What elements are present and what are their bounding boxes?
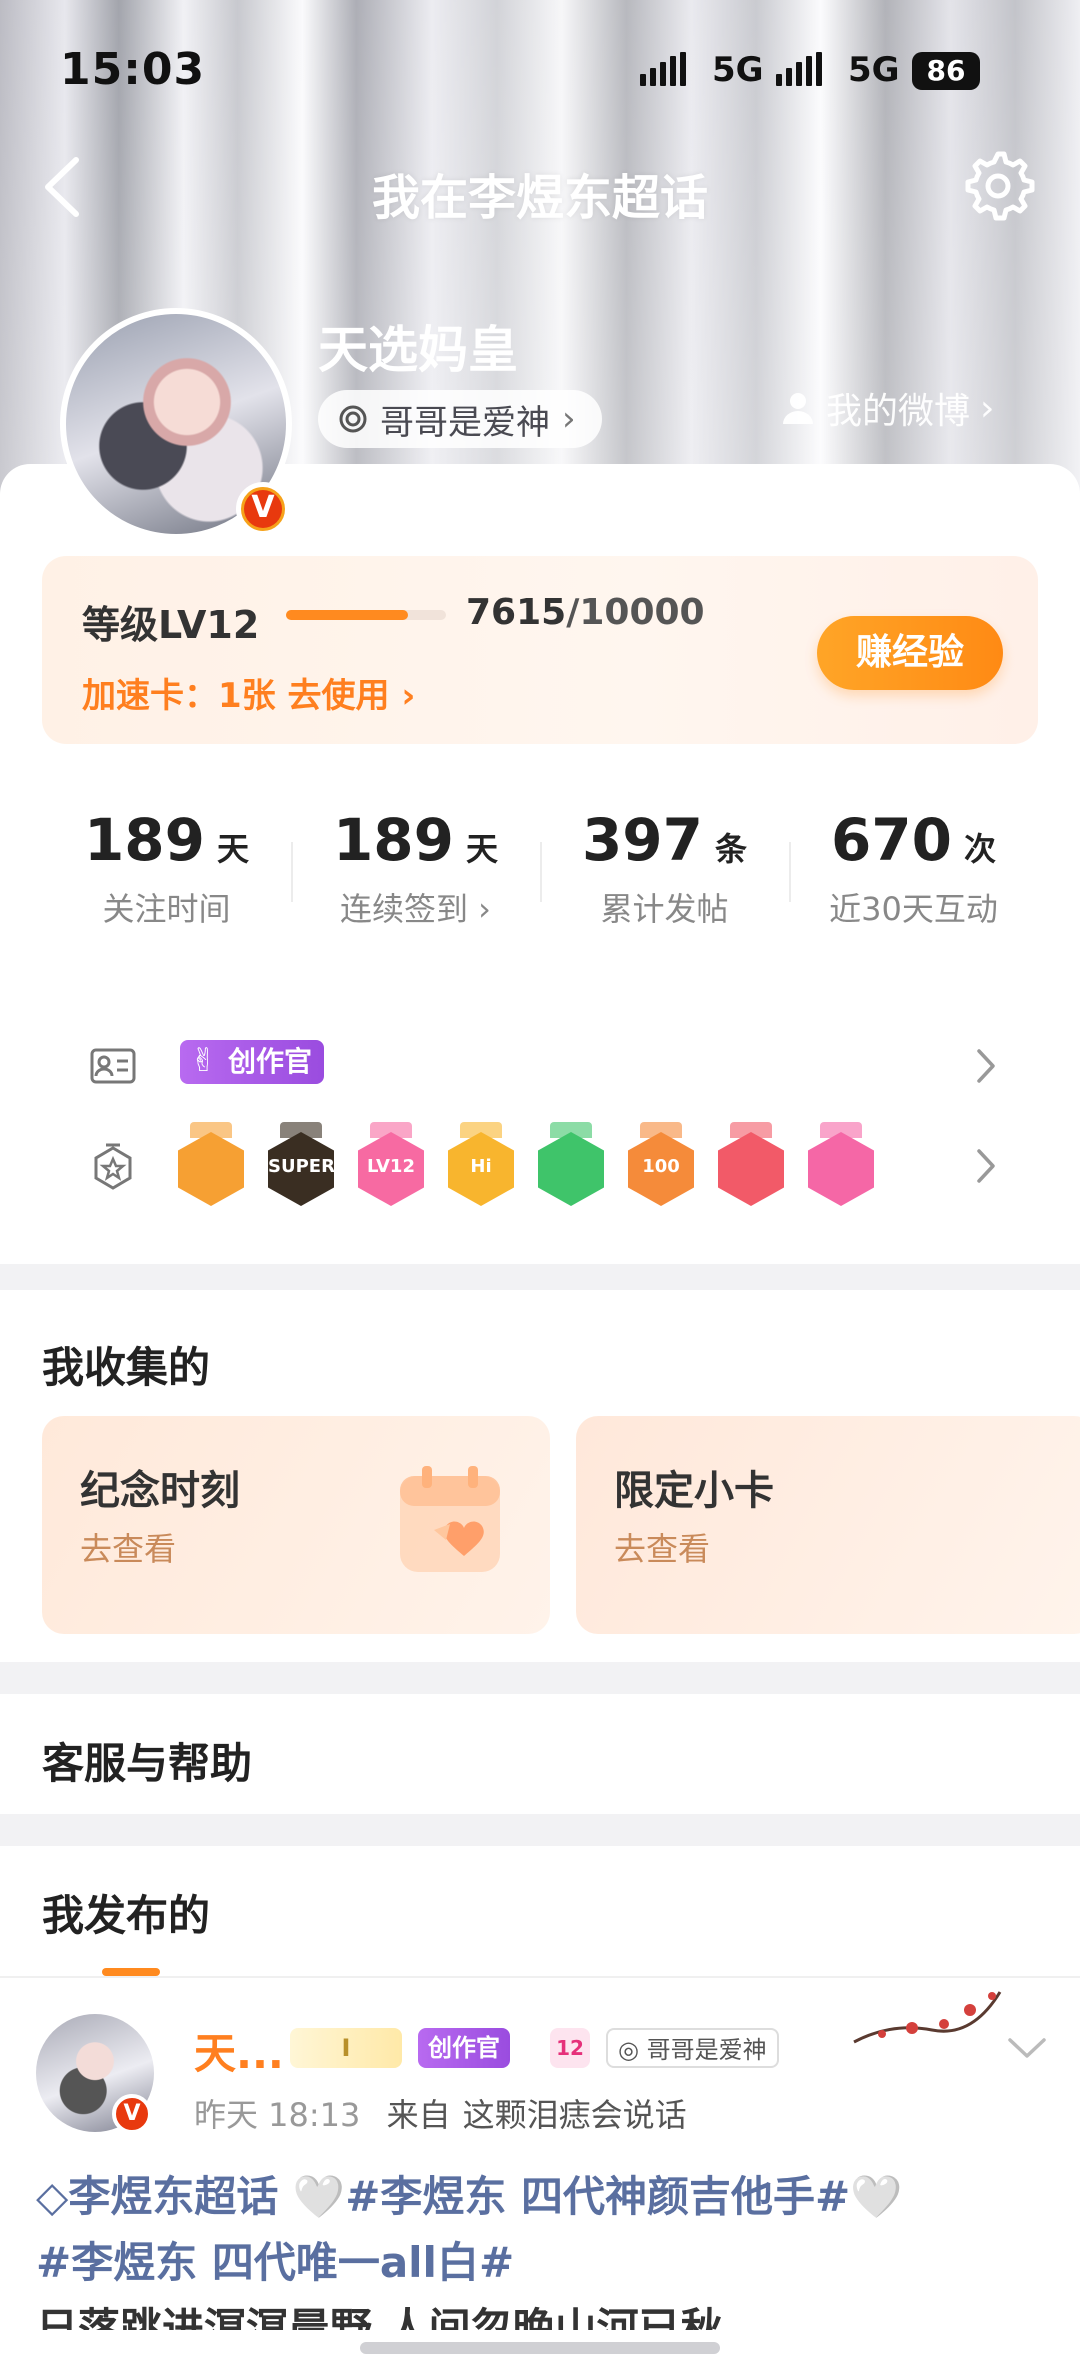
100-days-medal: 100	[628, 1122, 694, 1208]
signal-icon	[640, 52, 686, 86]
level-progress-fill	[286, 610, 408, 620]
medal-list[interactable]: SUPER LV12 Hi 100	[178, 1122, 874, 1208]
super-medal: SUPER	[268, 1122, 335, 1208]
spiral-icon	[339, 405, 367, 433]
stat-total-posts: 397 条 累计发帖	[540, 764, 789, 964]
id-card-icon	[90, 1048, 136, 1084]
battery-indicator: 86	[912, 52, 980, 90]
stat-label: 连续签到 ›	[340, 890, 491, 928]
vip-badge-icon: I	[290, 2028, 402, 2068]
limited-title: 限定小卡	[614, 1468, 774, 1514]
badges-panel: 创作官 SUPER LV12 Hi 100	[42, 994, 1038, 1246]
speed-card-link[interactable]: 加速卡：1张 去使用 ›	[82, 668, 415, 717]
calendar-heart-icon	[400, 1466, 500, 1572]
lv12-medal: LV12	[358, 1122, 424, 1208]
plum-blossom-decoration	[853, 1991, 1002, 2044]
user-name: 天选妈皇	[318, 321, 518, 379]
post-time: 昨天 18:13	[194, 2096, 361, 2134]
level-current: 7615	[466, 592, 567, 633]
stat-value: 189	[83, 806, 206, 874]
signal-icon	[776, 52, 822, 86]
topic-diamond-icon: ◇	[36, 2172, 69, 2221]
post-from-label: 来自	[386, 2096, 451, 2134]
stat-label: 关注时间	[102, 890, 231, 928]
tab-indicator	[102, 1968, 160, 1976]
post-creator-tag: 创作官	[418, 2028, 510, 2068]
status-time: 15:03	[60, 44, 206, 95]
limited-sub: 去查看	[614, 1530, 711, 1568]
level-total: /10000	[566, 592, 705, 633]
post-topic-line[interactable]: 李煜东超话 🤍#李煜东 四代神颜吉他手#🤍	[68, 2172, 902, 2221]
network-label-1: 5G	[712, 50, 764, 90]
stat-value: 670	[830, 806, 953, 874]
posts-title[interactable]: 我发布的	[42, 1882, 210, 1943]
stat-value: 189	[332, 806, 455, 874]
stat-unit: 天	[217, 830, 250, 868]
memorial-sub: 去查看	[80, 1530, 177, 1568]
post-fan-chip: ◎ 哥哥是爱神	[606, 2028, 779, 2068]
post-line-3: 日落跳进溟溟晨野 人间忽晚山河已秋	[36, 2304, 723, 2330]
chevron-right-icon: ›	[562, 399, 576, 439]
help-title: 客服与帮助	[42, 1739, 253, 1788]
stat-interactions: 670 次 近30天互动	[789, 764, 1038, 964]
post-author-name[interactable]: 天...	[194, 2020, 284, 2081]
home-indicator	[360, 2342, 720, 2354]
level-panel: 等级LV12 7615/10000 加速卡：1张 去使用 › 赚经验	[42, 556, 1038, 744]
post-source[interactable]: 这颗泪痣会说话	[463, 2096, 687, 2134]
stat-label: 近30天互动	[829, 890, 998, 928]
memorial-card[interactable]: 纪念时刻 去查看	[42, 1416, 550, 1634]
medal-icon	[94, 1143, 132, 1190]
chevron-right-icon[interactable]	[974, 1146, 998, 1186]
earn-exp-button[interactable]: 赚经验	[817, 616, 1003, 690]
stat-label: 累计发帖	[600, 890, 729, 928]
spiral-icon: ◎	[618, 2036, 647, 2064]
my-weibo-label: 我的微博	[826, 391, 971, 432]
person-icon	[783, 393, 813, 424]
collect-title: 我收集的	[42, 1343, 211, 1392]
stat-unit: 次	[964, 830, 997, 868]
post-verified-badge: V	[112, 2094, 152, 2134]
post-meta: 昨天 18:13 来自 这颗泪痣会说话	[194, 2090, 687, 2136]
chevron-down-icon[interactable]	[1006, 2036, 1048, 2062]
stat-unit: 天	[466, 830, 499, 868]
post-fan-chip-label: 哥哥是爱神	[646, 2036, 767, 2064]
level-progress-bar	[286, 610, 446, 620]
creator-tag[interactable]: 创作官	[180, 1038, 325, 1084]
gear-icon[interactable]	[960, 148, 1036, 224]
post-line-2[interactable]: #李煜东 四代唯一all白#	[36, 2230, 1046, 2296]
trophy-medal	[718, 1122, 784, 1208]
level-label: 等级LV12	[82, 603, 260, 647]
fan-group-chip[interactable]: 哥哥是爱神 ›	[318, 390, 602, 448]
divider	[0, 1976, 1080, 1978]
cap-medal	[808, 1122, 874, 1208]
crown-medal	[178, 1122, 244, 1208]
memorial-title: 纪念时刻	[80, 1468, 240, 1514]
verified-badge: V	[236, 482, 290, 536]
stat-follow-days: 189 天 关注时间	[42, 764, 291, 964]
level-points: 7615/10000	[466, 592, 705, 633]
my-weibo-link[interactable]: 我的微博 ›	[780, 382, 994, 434]
post-line-1: ◇李煜东超话 🤍#李煜东 四代神颜吉他手#🤍	[36, 2164, 1046, 2230]
post-body[interactable]: ◇李煜东超话 🤍#李煜东 四代神颜吉他手#🤍 #李煜东 四代唯一all白# 日落…	[36, 2164, 1046, 2330]
stat-unit: 条	[715, 830, 748, 868]
page-title: 我在李煜东超话	[371, 170, 708, 226]
help-section[interactable]: 客服与帮助	[0, 1694, 1080, 1814]
hand-medal	[538, 1122, 604, 1208]
chevron-right-icon: ›	[980, 387, 995, 429]
stat-checkin-days[interactable]: 189 天 连续签到 ›	[291, 764, 540, 964]
post-level-tag: 12	[550, 2028, 590, 2068]
stats-panel: 189 天 关注时间 189 天 连续签到 › 397 条 累计发帖 670 次 近30…	[42, 764, 1038, 964]
network-label-2: 5G	[848, 50, 900, 90]
limited-card[interactable]: 限定小卡 去查看	[576, 1416, 1080, 1634]
stat-value: 397	[581, 806, 704, 874]
hi-medal: Hi	[448, 1122, 514, 1208]
chevron-right-icon[interactable]	[974, 1046, 998, 1086]
fan-group-label: 哥哥是爱神	[380, 402, 550, 443]
status-bar: 15:03 5G 5G 86	[0, 0, 1080, 140]
